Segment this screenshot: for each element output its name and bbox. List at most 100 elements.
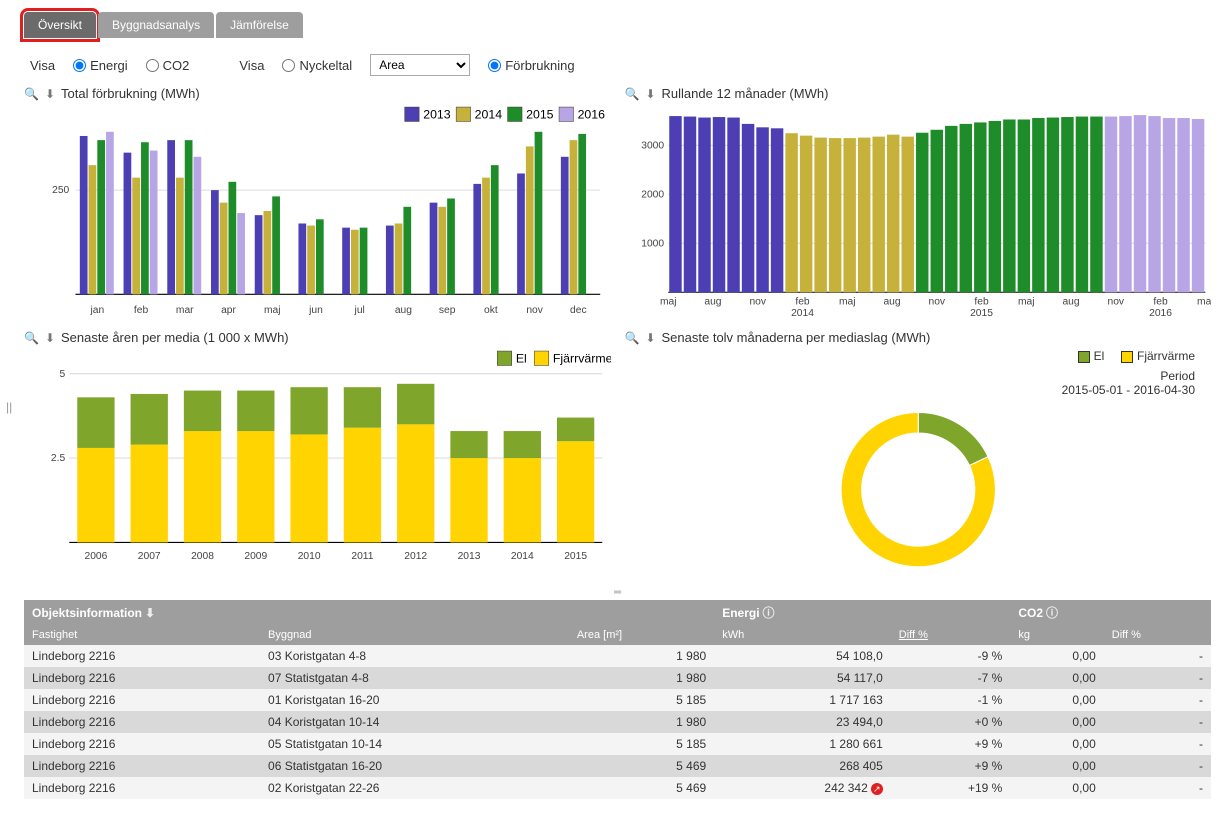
svg-text:feb: feb [1153, 297, 1168, 308]
svg-text:apr: apr [221, 305, 236, 316]
th-objektsinformation[interactable]: Objektsinformation [24, 600, 569, 625]
key-select[interactable]: Area [370, 54, 470, 76]
object-info-table: Objektsinformation Energi CO2 Fastighet … [24, 600, 1211, 799]
th-kg[interactable]: kg [1010, 625, 1103, 645]
svg-text:maj: maj [1018, 297, 1035, 308]
svg-text:nov: nov [1107, 297, 1124, 308]
svg-text:2013: 2013 [458, 551, 481, 562]
vertical-split-handle[interactable]: || [6, 400, 12, 414]
table-row[interactable]: Lindeborg 221602 Koristgatan 22-265 4692… [24, 777, 1211, 799]
download-icon[interactable]: ⬇ [645, 331, 655, 345]
svg-text:aug: aug [395, 305, 412, 316]
filter-bar: Visa Energi CO2 Visa Nyckeltal Area Förb… [24, 50, 1211, 86]
table-row[interactable]: Lindeborg 221606 Statistgatan 16-205 469… [24, 755, 1211, 777]
svg-text:nov: nov [526, 305, 543, 316]
svg-text:2008: 2008 [191, 551, 214, 562]
chart1-svg: 2013201420152016250janfebmaraprmajjunjul… [24, 105, 611, 321]
chart2-title: Rullande 12 månader (MWh) [662, 86, 829, 101]
th-fastighet[interactable]: Fastighet [24, 625, 260, 645]
alert-icon: ↗ [871, 783, 883, 795]
table-row[interactable]: Lindeborg 221607 Statistgatan 4-81 98054… [24, 667, 1211, 689]
th-area[interactable]: Area [m²] [569, 625, 714, 645]
svg-text:1000: 1000 [641, 238, 664, 249]
svg-text:aug: aug [704, 297, 721, 308]
svg-text:2012: 2012 [404, 551, 427, 562]
svg-text:maj: maj [264, 305, 281, 316]
zoom-icon[interactable]: 🔍 [625, 331, 640, 345]
svg-text:2009: 2009 [244, 551, 267, 562]
svg-text:maj: maj [838, 297, 855, 308]
svg-text:2015: 2015 [526, 107, 554, 121]
svg-text:2016: 2016 [1149, 308, 1172, 319]
svg-text:jul: jul [354, 305, 365, 316]
tab-bar: Översikt Byggnadsanalys Jämförelse [24, 12, 1211, 38]
download-icon[interactable]: ⬇ [45, 87, 55, 101]
th-kwh[interactable]: kWh [714, 625, 891, 645]
zoom-icon[interactable]: 🔍 [24, 331, 39, 345]
svg-text:feb: feb [974, 297, 989, 308]
download-icon[interactable]: ⬇ [45, 331, 55, 345]
radio-energy[interactable]: Energi [73, 58, 128, 73]
th-diff2[interactable]: Diff % [1104, 625, 1211, 645]
svg-text:feb: feb [795, 297, 810, 308]
th-co2: CO2 [1010, 600, 1211, 625]
table-row[interactable]: Lindeborg 221601 Koristgatan 16-205 1851… [24, 689, 1211, 711]
th-diff[interactable]: Diff % [891, 625, 1011, 645]
svg-text:dec: dec [570, 305, 587, 316]
svg-text:nov: nov [928, 297, 945, 308]
svg-text:Fjärrvärme: Fjärrvärme [553, 351, 611, 365]
show2-label: Visa [239, 58, 264, 73]
chart3-title: Senaste åren per media (1 000 x MWh) [61, 330, 289, 345]
chart3-svg: El Fjärrvärme 2.5 5 2006 2007 2008 2009 2010 2011… [24, 349, 611, 565]
svg-text:3000: 3000 [641, 141, 664, 152]
radio-key[interactable]: Nyckeltal [282, 58, 352, 73]
svg-text:2006: 2006 [85, 551, 108, 562]
svg-text:2014: 2014 [791, 308, 814, 319]
svg-text:2010: 2010 [298, 551, 321, 562]
donut-period-label: Period [625, 369, 1196, 383]
svg-text:2014: 2014 [511, 551, 534, 562]
show1-label: Visa [30, 58, 55, 73]
svg-text:2016: 2016 [578, 107, 606, 121]
svg-text:2015: 2015 [564, 551, 587, 562]
svg-text:jan: jan [89, 305, 104, 316]
info-icon[interactable] [760, 606, 775, 620]
zoom-icon[interactable]: 🔍 [625, 87, 640, 101]
download-icon[interactable] [142, 606, 155, 620]
svg-text:aug: aug [1062, 297, 1079, 308]
radio-consumption[interactable]: Förbrukning [488, 58, 574, 73]
svg-text:sep: sep [439, 305, 456, 316]
svg-text:jun: jun [308, 305, 323, 316]
svg-text:2.5: 2.5 [51, 453, 66, 464]
tab-overview[interactable]: Översikt [24, 12, 96, 38]
download-icon[interactable]: ⬇ [645, 87, 655, 101]
chart-rolling-12m: 🔍 ⬇ Rullande 12 månader (MWh) 1000 2000 30… [625, 86, 1212, 324]
svg-text:maj: maj [1197, 297, 1211, 308]
chart2-svg: 100020003000majaugnovfeb2014majaugnovfeb… [625, 105, 1212, 321]
tab-building[interactable]: Byggnadsanalys [98, 12, 214, 38]
svg-text:feb: feb [134, 305, 149, 316]
zoom-icon[interactable]: 🔍 [24, 87, 39, 101]
svg-text:El: El [516, 351, 527, 365]
radio-co2[interactable]: CO2 [146, 58, 190, 73]
info-icon[interactable] [1043, 606, 1058, 620]
svg-text:5: 5 [59, 369, 65, 380]
table-row[interactable]: Lindeborg 221605 Statistgatan 10-145 185… [24, 733, 1211, 755]
svg-text:2011: 2011 [351, 551, 373, 562]
svg-text:2013: 2013 [423, 107, 451, 121]
table-row[interactable]: Lindeborg 221603 Koristgatan 4-81 98054 … [24, 645, 1211, 667]
svg-text:okt: okt [484, 305, 498, 316]
svg-text:nov: nov [749, 297, 766, 308]
chart-years-per-media: 🔍 ⬇ Senaste åren per media (1 000 x MWh)… [24, 330, 611, 585]
table-row[interactable]: Lindeborg 221604 Koristgatan 10-141 9802… [24, 711, 1211, 733]
th-energi: Energi [714, 600, 1010, 625]
svg-text:maj: maj [659, 297, 676, 308]
th-byggnad[interactable]: Byggnad [260, 625, 569, 645]
tab-compare[interactable]: Jämförelse [216, 12, 303, 38]
chart-total-consumption: 🔍 ⬇ Total förbrukning (MWh) 201320142015… [24, 86, 611, 324]
horizontal-split-handle[interactable]: ═ [24, 585, 1211, 600]
svg-text:mar: mar [176, 305, 194, 316]
svg-text:aug: aug [883, 297, 900, 308]
svg-text:2000: 2000 [641, 189, 664, 200]
svg-text:2007: 2007 [138, 551, 161, 562]
